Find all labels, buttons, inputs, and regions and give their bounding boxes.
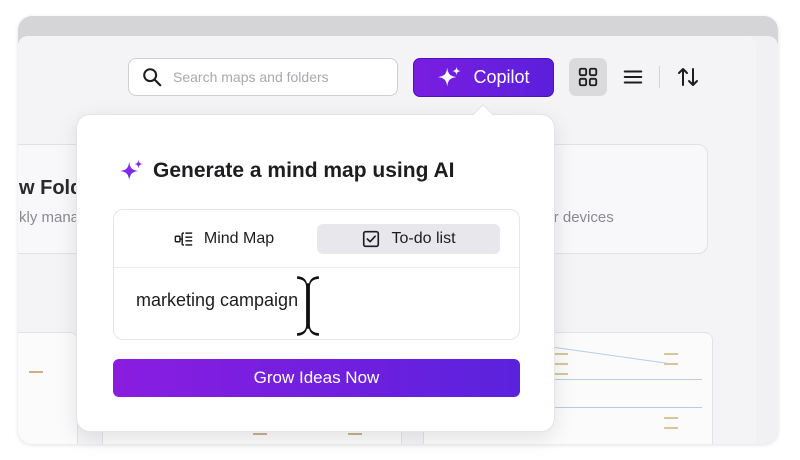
mind-map-icon [174,232,193,246]
search-icon [143,68,162,87]
grid-icon [578,67,598,87]
tab-todo-list[interactable]: To-do list [317,224,500,254]
tab-label: To-do list [391,230,456,247]
tab-mind-map[interactable]: Mind Map [134,224,314,254]
prompt-input[interactable]: marketing campaign [136,290,298,311]
thumb-node [253,433,267,435]
text-cursor-icon [294,273,322,339]
search-input[interactable] [173,69,383,85]
thumb-branch [552,407,702,408]
thumb-node [664,353,678,355]
map-thumbnail[interactable] [18,332,78,444]
sort-button[interactable] [669,58,707,96]
thumb-branch [552,346,672,365]
search-box[interactable] [128,58,398,96]
toolbar-divider [659,66,660,88]
thumb-node [348,433,362,435]
popup-title: Generate a mind map using AI [119,157,454,185]
copilot-label: Copilot [473,67,530,87]
thumb-node [664,417,678,419]
list-view-button[interactable] [614,58,652,96]
checkbox-icon [363,230,380,248]
copilot-popup: Generate a mind map using AI Mind Map To… [76,104,555,432]
popup-title-text: Generate a mind map using AI [153,159,455,182]
grow-ideas-button[interactable]: Grow Ideas Now [113,359,520,397]
thumb-node [554,353,568,355]
tab-label: Mind Map [203,230,275,247]
mode-tabs: Mind Map To-do list [114,210,519,268]
card-subtitle: kly mana [19,209,80,226]
thumb-node [664,427,678,429]
sort-icon [678,68,698,86]
thumb-branch [552,379,702,380]
copilot-button[interactable]: Copilot [413,58,554,97]
sparkle-icon [438,66,462,86]
card-title: w Fold [19,177,83,199]
sparkle-icon [119,159,143,181]
grid-view-button[interactable] [569,58,607,96]
list-icon [623,70,643,84]
thumb-node [554,363,568,365]
thumb-node [29,371,43,373]
thumb-node [554,373,568,375]
thumb-node [664,363,678,365]
